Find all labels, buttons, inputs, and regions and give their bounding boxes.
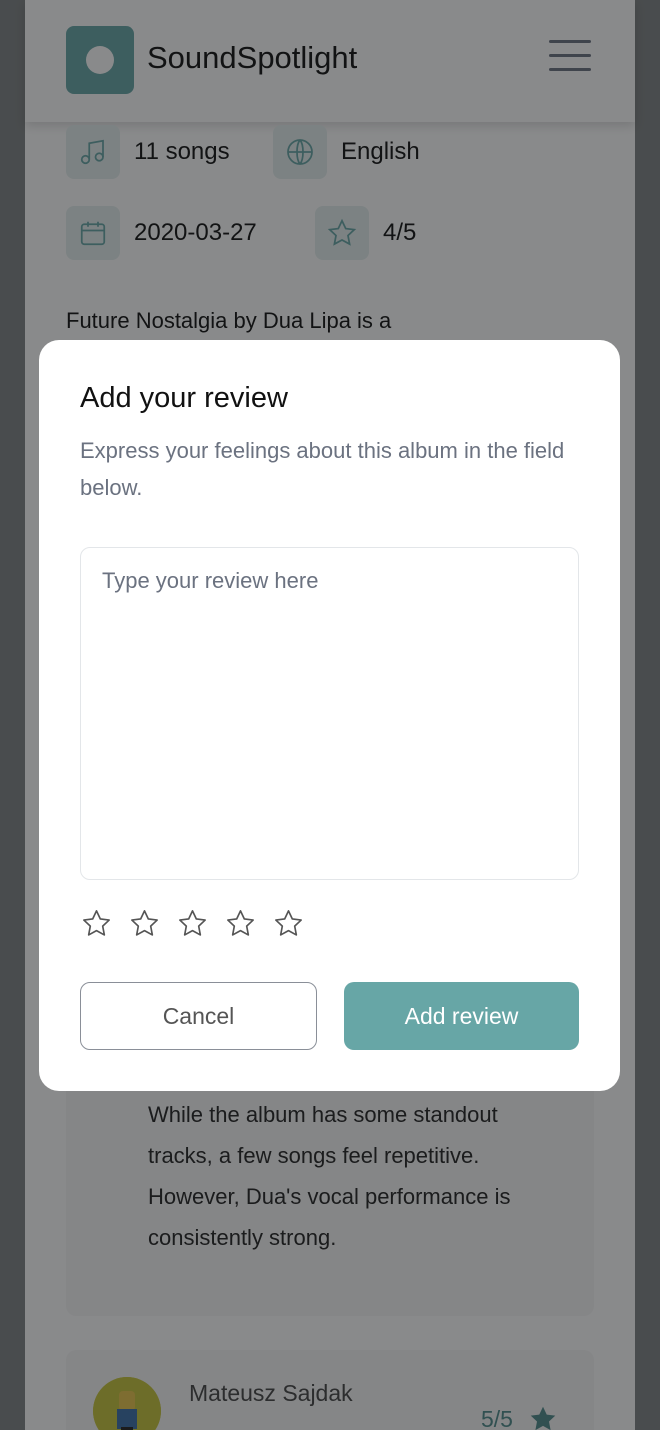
star-outline-icon[interactable] bbox=[176, 907, 209, 940]
review-textarea[interactable] bbox=[80, 547, 579, 880]
add-review-button[interactable]: Add review bbox=[344, 982, 579, 1050]
star-outline-icon[interactable] bbox=[272, 907, 305, 940]
star-outline-icon[interactable] bbox=[224, 907, 257, 940]
rating-stars bbox=[80, 907, 305, 940]
star-outline-icon[interactable] bbox=[80, 907, 113, 940]
modal-subtitle: Express your feelings about this album i… bbox=[80, 438, 565, 500]
add-review-modal: Add your review Express your feelings ab… bbox=[39, 340, 620, 1091]
star-outline-icon[interactable] bbox=[128, 907, 161, 940]
modal-title: Add your review bbox=[80, 382, 288, 414]
cancel-button[interactable]: Cancel bbox=[80, 982, 317, 1050]
